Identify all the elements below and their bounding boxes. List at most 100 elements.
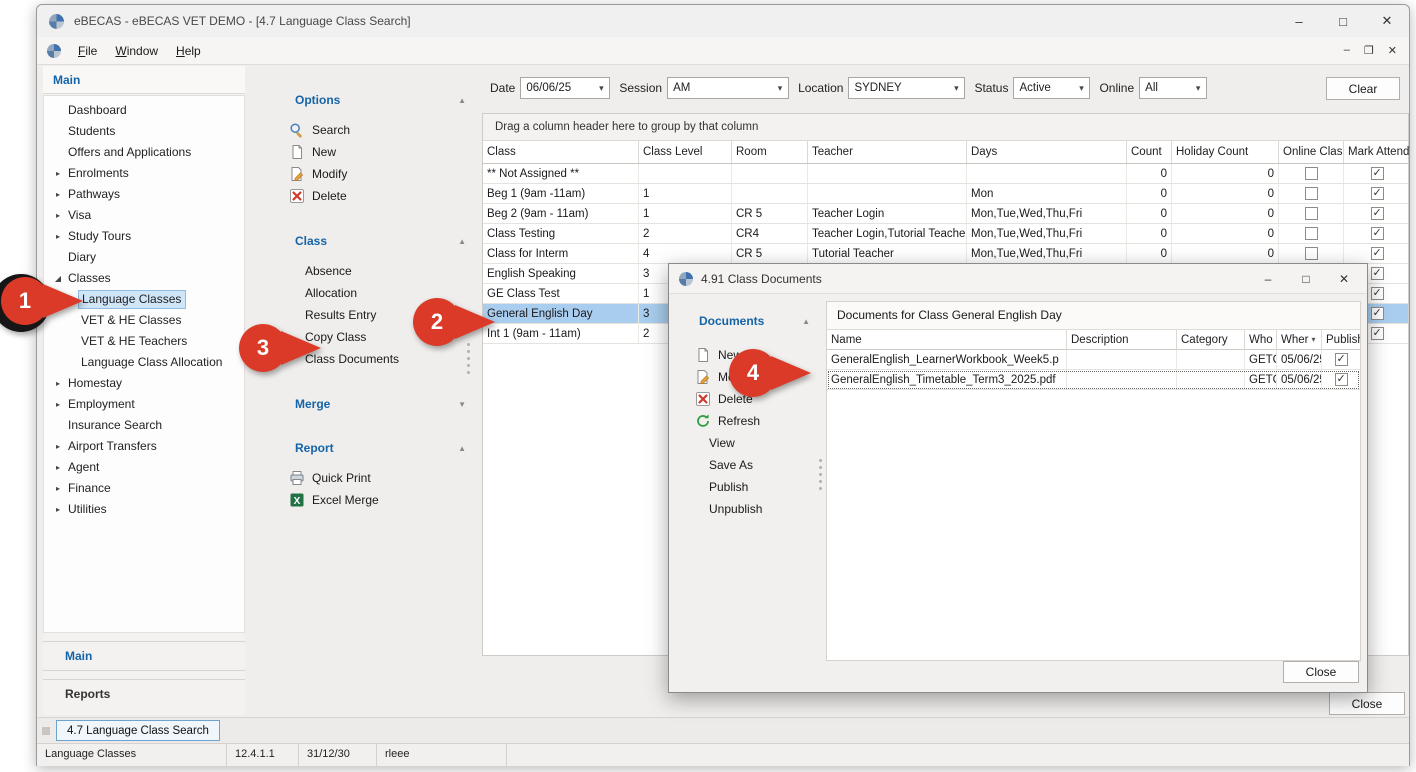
mark-attend-checkbox[interactable] (1371, 267, 1384, 280)
dialog-minimize-icon[interactable]: – (1249, 265, 1287, 293)
sidebar-item-agent[interactable]: ▸Agent (44, 457, 244, 478)
sidebar-item-language-class-allocation[interactable]: Language Class Allocation (44, 352, 244, 373)
expand-tree-icon[interactable]: ▸ (51, 505, 65, 514)
menu-item-file[interactable]: File (69, 40, 106, 62)
mdi-restore-icon[interactable]: ❐ (1364, 44, 1374, 57)
column-header-holiday-count[interactable]: Holiday Count (1172, 141, 1279, 163)
dialog-action-unpublish[interactable]: Unpublish (677, 498, 822, 520)
class-row[interactable]: Class Testing2CR4Teacher Login,Tutorial … (483, 224, 1408, 244)
dialog-action-save-as[interactable]: Save As (677, 454, 822, 476)
online-class-checkbox[interactable] (1305, 207, 1318, 220)
action-excel-merge[interactable]: XExcel Merge (245, 489, 482, 511)
date-select[interactable]: 06/06/25 ▾ (520, 77, 610, 99)
dialog-action-view[interactable]: View (677, 432, 822, 454)
column-header-teacher[interactable]: Teacher (808, 141, 967, 163)
column-header-class-level[interactable]: Class Level (639, 141, 732, 163)
column-header-room[interactable]: Room (732, 141, 808, 163)
sidebar-footer-reports[interactable]: Reports (43, 679, 245, 709)
column-header-online-class[interactable]: Online Class (1279, 141, 1344, 163)
column-header-class[interactable]: Class (483, 141, 639, 163)
action-absence[interactable]: Absence (245, 260, 482, 282)
expand-tree-icon[interactable]: ▸ (51, 232, 65, 241)
expand-tree-icon[interactable]: ▸ (51, 442, 65, 451)
sidebar-item-diary[interactable]: Diary (44, 247, 244, 268)
publish-checkbox[interactable] (1335, 373, 1348, 386)
mdi-minimize-icon[interactable]: – (1344, 44, 1350, 57)
sidebar-item-homestay[interactable]: ▸Homestay (44, 373, 244, 394)
dialog-maximize-icon[interactable]: □ (1287, 265, 1325, 293)
action-modify[interactable]: Modify (245, 163, 482, 185)
maximize-icon[interactable]: □ (1321, 6, 1365, 36)
close-button[interactable]: Close (1329, 692, 1405, 715)
location-select[interactable]: SYDNEY ▾ (848, 77, 965, 99)
sidebar-item-study-tours[interactable]: ▸Study Tours (44, 226, 244, 247)
sidebar-item-enrolments[interactable]: ▸Enrolments (44, 163, 244, 184)
expand-tree-icon[interactable]: ▸ (51, 463, 65, 472)
mark-attend-checkbox[interactable] (1371, 187, 1384, 200)
mark-attend-checkbox[interactable] (1371, 327, 1384, 340)
mark-attend-checkbox[interactable] (1371, 307, 1384, 320)
sidebar-item-utilities[interactable]: ▸Utilities (44, 499, 244, 520)
dialog-splitter-handle[interactable] (817, 459, 824, 490)
mdi-close-icon[interactable]: ✕ (1388, 44, 1397, 57)
sidebar-item-dashboard[interactable]: Dashboard (44, 100, 244, 121)
expand-tree-icon[interactable]: ▸ (51, 400, 65, 409)
dialog-action-publish[interactable]: Publish (677, 476, 822, 498)
column-header-days[interactable]: Days (967, 141, 1127, 163)
dialog-close-icon[interactable]: ✕ (1325, 265, 1363, 293)
session-select[interactable]: AM ▾ (667, 77, 789, 99)
menu-item-help[interactable]: Help (167, 40, 210, 62)
class-row[interactable]: ** Not Assigned **00 (483, 164, 1408, 184)
section-header-class[interactable]: Class▲ (295, 231, 466, 251)
splitter-handle[interactable] (465, 343, 472, 374)
sidebar-item-pathways[interactable]: ▸Pathways (44, 184, 244, 205)
minimize-icon[interactable]: – (1277, 6, 1321, 36)
dialog-close-button[interactable]: Close (1283, 661, 1359, 683)
column-header-count[interactable]: Count (1127, 141, 1172, 163)
doc-column-header-category[interactable]: Category (1177, 330, 1245, 349)
sidebar-item-employment[interactable]: ▸Employment (44, 394, 244, 415)
doc-column-header-name[interactable]: Name (827, 330, 1067, 349)
document-row[interactable]: GeneralEnglish_LearnerWorkbook_Week5.pGE… (827, 350, 1360, 370)
sidebar-item-airport-transfers[interactable]: ▸Airport Transfers (44, 436, 244, 457)
action-search[interactable]: Search (245, 119, 482, 141)
section-header-merge[interactable]: Merge▼ (295, 394, 466, 414)
collapse-tree-icon[interactable]: ◢ (51, 274, 65, 283)
sidebar-item-visa[interactable]: ▸Visa (44, 205, 244, 226)
class-row[interactable]: Beg 1 (9am -11am)1Mon00 (483, 184, 1408, 204)
online-class-checkbox[interactable] (1305, 227, 1318, 240)
document-row[interactable]: GeneralEnglish_Timetable_Term3_2025.pdfG… (827, 370, 1360, 390)
dialog-action-refresh[interactable]: Refresh (677, 410, 822, 432)
doc-column-header-publish[interactable]: Publish (1322, 330, 1360, 349)
class-row[interactable]: Beg 2 (9am - 11am)1CR 5Teacher LoginMon,… (483, 204, 1408, 224)
mark-attend-checkbox[interactable] (1371, 207, 1384, 220)
online-select[interactable]: All ▾ (1139, 77, 1207, 99)
mark-attend-checkbox[interactable] (1371, 287, 1384, 300)
doc-column-header-who[interactable]: Who (1245, 330, 1277, 349)
mark-attend-checkbox[interactable] (1371, 247, 1384, 260)
action-delete[interactable]: Delete (245, 185, 482, 207)
doc-column-header-wher[interactable]: Wher▾ (1277, 330, 1322, 349)
publish-checkbox[interactable] (1335, 353, 1348, 366)
online-class-checkbox[interactable] (1305, 167, 1318, 180)
section-header-options[interactable]: Options▲ (295, 90, 466, 110)
action-quick-print[interactable]: Quick Print (245, 467, 482, 489)
menu-item-window[interactable]: Window (106, 40, 167, 62)
expand-tree-icon[interactable]: ▸ (51, 190, 65, 199)
mark-attend-checkbox[interactable] (1371, 227, 1384, 240)
status-select[interactable]: Active ▾ (1013, 77, 1090, 99)
section-header-documents[interactable]: Documents ▲ (699, 314, 810, 328)
class-row[interactable]: Class for Interm4CR 5Tutorial TeacherMon… (483, 244, 1408, 264)
sidebar-footer-main[interactable]: Main (43, 641, 245, 671)
sidebar-item-insurance-search[interactable]: Insurance Search (44, 415, 244, 436)
sidebar-item-vet-he-teachers[interactable]: VET & HE Teachers (44, 331, 244, 352)
mark-attend-checkbox[interactable] (1371, 167, 1384, 180)
sidebar-item-students[interactable]: Students (44, 121, 244, 142)
expand-tree-icon[interactable]: ▸ (51, 484, 65, 493)
sidebar-item-offers-and-applications[interactable]: Offers and Applications (44, 142, 244, 163)
section-header-report[interactable]: Report▲ (295, 438, 466, 458)
action-new[interactable]: New (245, 141, 482, 163)
tab-language-class-search[interactable]: 4.7 Language Class Search (56, 720, 220, 741)
online-class-checkbox[interactable] (1305, 247, 1318, 260)
clear-button[interactable]: Clear (1326, 77, 1400, 100)
